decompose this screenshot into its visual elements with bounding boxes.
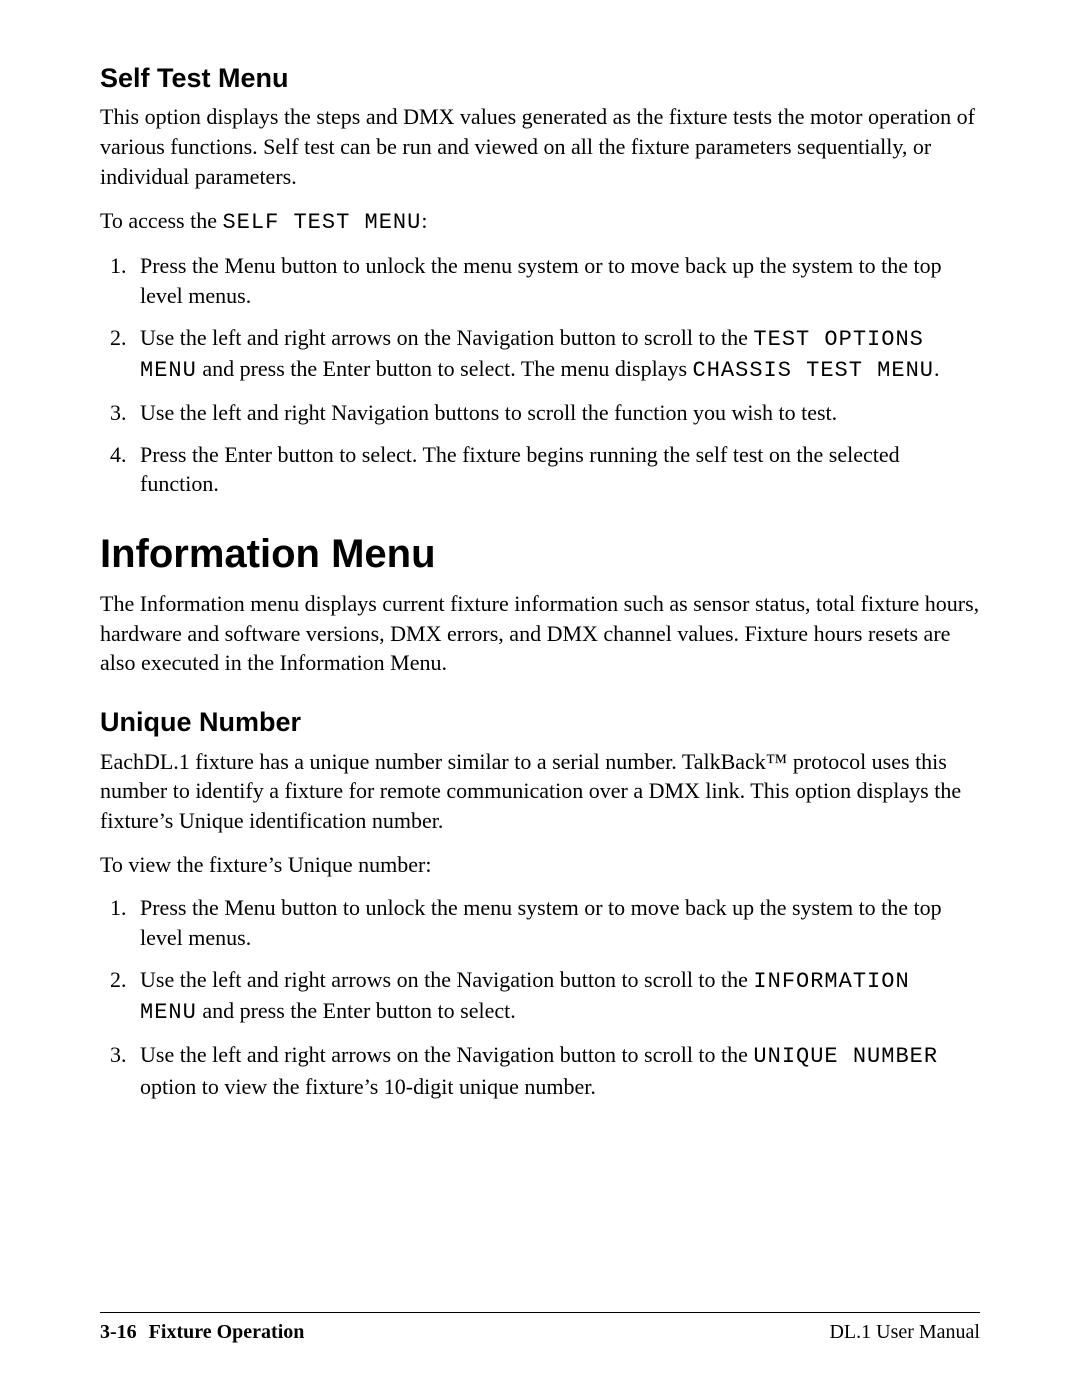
page-number: 3-16 xyxy=(100,1321,137,1343)
steps-self-test: Press the Menu button to unlock the menu… xyxy=(100,251,980,499)
step-2: Use the left and right arrows on the Nav… xyxy=(132,965,980,1028)
text: : xyxy=(421,208,427,233)
paragraph-access-self-test: To access the SELF TEST MENU: xyxy=(100,206,980,238)
heading-unique-number: Unique Number xyxy=(100,704,980,740)
text: Use the left and right arrows on the Nav… xyxy=(140,967,753,992)
heading-self-test: Self Test Menu xyxy=(100,60,980,96)
text: Use the left and right arrows on the Nav… xyxy=(140,1042,753,1067)
text: and press the Enter button to select. Th… xyxy=(197,356,693,381)
text: To access the xyxy=(100,208,222,233)
menu-name-self-test: SELF TEST MENU xyxy=(222,210,421,235)
step-2: Use the left and right arrows on the Nav… xyxy=(132,323,980,386)
paragraph-self-test-intro: This option displays the steps and DMX v… xyxy=(100,102,980,191)
steps-unique-number: Press the Menu button to unlock the menu… xyxy=(100,893,980,1101)
manual-title: DL.1 User Manual xyxy=(829,1319,980,1346)
footer-rule xyxy=(100,1312,980,1313)
menu-name-unique-number: UNIQUE NUMBER xyxy=(753,1044,938,1069)
section-self-test: Self Test Menu This option displays the … xyxy=(100,60,980,499)
page-footer: 3-16 Fixture Operation DL.1 User Manual xyxy=(100,1312,980,1346)
text: Use the left and right arrows on the Nav… xyxy=(140,325,753,350)
section-information-menu: Information Menu The Information menu di… xyxy=(100,527,980,678)
text: . xyxy=(934,356,940,381)
menu-name-chassis-test: CHASSIS TEST MENU xyxy=(693,358,934,383)
paragraph-view-unique: To view the fixture’s Unique number: xyxy=(100,850,980,880)
footer-row: 3-16 Fixture Operation DL.1 User Manual xyxy=(100,1319,980,1346)
step-1: Press the Menu button to unlock the menu… xyxy=(132,893,980,952)
paragraph-unique-intro: EachDL.1 fixture has a unique number sim… xyxy=(100,747,980,836)
heading-information-menu: Information Menu xyxy=(100,527,980,581)
paragraph-info-intro: The Information menu displays current fi… xyxy=(100,589,980,678)
footer-left: 3-16 Fixture Operation xyxy=(100,1319,304,1346)
section-unique-number: Unique Number EachDL.1 fixture has a uni… xyxy=(100,704,980,1101)
step-3: Use the left and right arrows on the Nav… xyxy=(132,1040,980,1101)
text: option to view the fixture’s 10-digit un… xyxy=(140,1074,596,1099)
chapter-title: Fixture Operation xyxy=(149,1321,305,1343)
step-1: Press the Menu button to unlock the menu… xyxy=(132,251,980,310)
text: and press the Enter button to select. xyxy=(197,998,516,1023)
step-3: Use the left and right Navigation button… xyxy=(132,398,980,428)
step-4: Press the Enter button to select. The fi… xyxy=(132,440,980,499)
